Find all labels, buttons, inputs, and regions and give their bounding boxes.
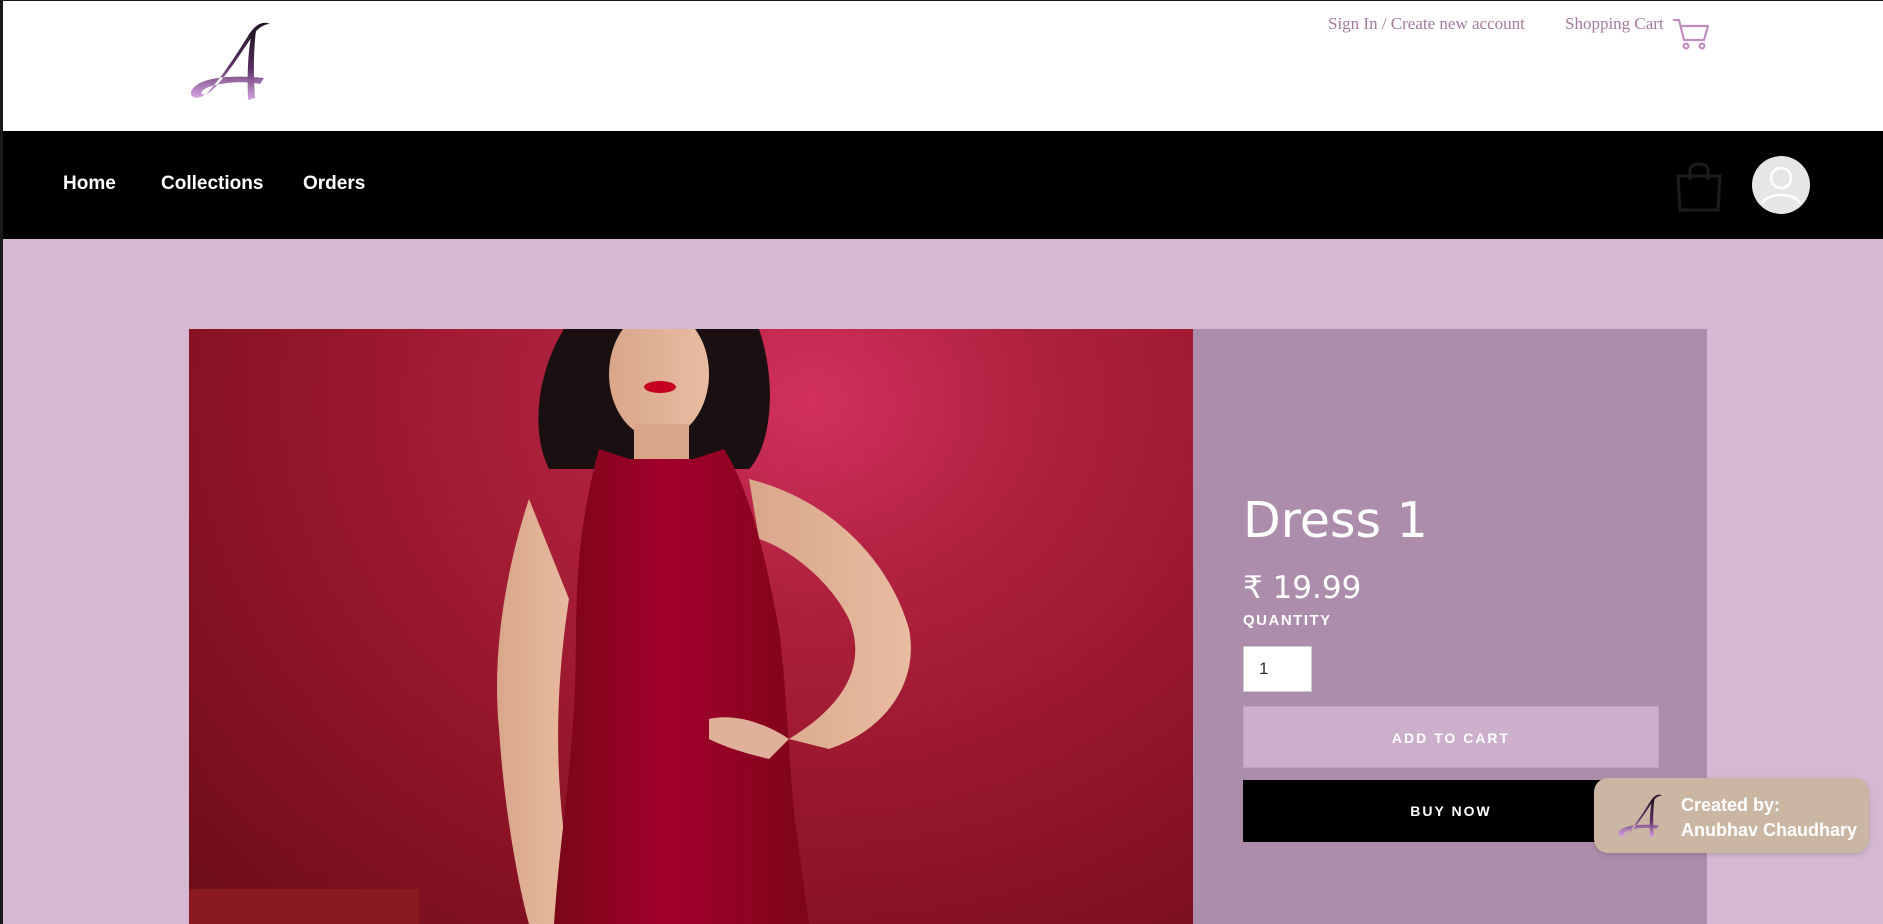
logo-icon [1618,794,1663,838]
site-header: Sign In / Create new account Shopping Ca… [0,0,1883,131]
nav-item-orders[interactable]: Orders [303,173,365,195]
credit-line-1: Created by: [1681,795,1781,815]
product-price: ₹ 19.99 [1243,570,1362,606]
creator-credit-text: Created by: Anubhav Chaudhary [1681,793,1857,843]
shopping-cart-link[interactable]: Shopping Cart [1565,14,1664,34]
logo-icon[interactable] [184,18,280,104]
quantity-label: QUANTITY [1243,612,1332,629]
main-navbar: Home Collections Orders [0,131,1883,239]
nav-item-collections[interactable]: Collections [161,173,263,195]
credit-line-2: Anubhav Chaudhary [1681,820,1858,840]
nav-item-home[interactable]: Home [63,173,116,195]
user-avatar[interactable] [1752,156,1810,214]
creator-badge[interactable]: Created by: Anubhav Chaudhary [1594,778,1869,853]
model-photo [189,329,911,924]
add-to-cart-button[interactable]: ADD TO CART [1243,706,1659,768]
signin-link[interactable]: Sign In / Create new account [1328,14,1525,34]
quantity-input[interactable] [1243,646,1312,692]
product-image [189,329,1193,924]
bag-icon[interactable] [1672,158,1726,214]
avatar-icon [1753,157,1809,213]
product-title: Dress 1 [1243,492,1428,549]
cart-icon[interactable] [1672,16,1712,52]
